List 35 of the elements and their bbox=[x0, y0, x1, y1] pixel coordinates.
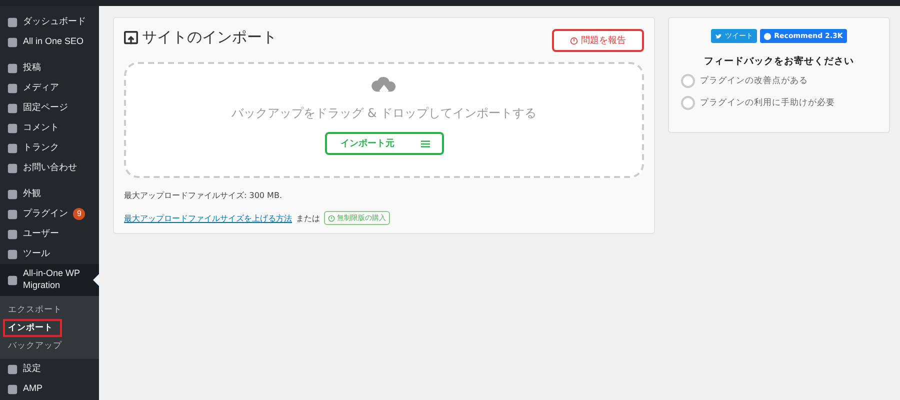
menu-item[interactable]: コメント bbox=[0, 118, 99, 138]
current-pointer-icon bbox=[93, 274, 99, 286]
max-size-text: 最大アップロードファイルサイズ: 300 MB. bbox=[124, 190, 283, 201]
menu-item[interactable]: 投稿 bbox=[0, 58, 99, 78]
info-icon bbox=[328, 214, 335, 222]
menu-item[interactable]: プラグイン 9 bbox=[0, 204, 99, 224]
menu-item[interactable]: トランク bbox=[0, 138, 99, 158]
option-label: プラグインの改善点がある bbox=[700, 75, 808, 87]
radio-button[interactable] bbox=[681, 96, 695, 110]
increase-size-link[interactable]: 最大アップロードファイルサイズを上げる方法 bbox=[124, 212, 292, 224]
submenu-item[interactable]: インポート bbox=[3, 319, 62, 337]
menu-item[interactable]: ユーザー bbox=[0, 224, 99, 244]
menu-item[interactable]: AMP bbox=[0, 379, 99, 399]
menu-item[interactable]: ツール bbox=[0, 244, 99, 264]
menu-item[interactable]: お問い合わせ bbox=[0, 158, 99, 178]
feedback-title: フィードバックをお寄せください bbox=[703, 55, 855, 68]
menu-item[interactable]: 固定ページ bbox=[0, 98, 99, 118]
drop-instructions: バックアップをドラッグ & ドロップしてインポートする bbox=[232, 105, 536, 122]
or-text: または bbox=[296, 212, 320, 224]
menu-item[interactable]: All in One SEO bbox=[0, 32, 99, 52]
import-icon bbox=[124, 30, 138, 44]
page-title: サイトのインポート bbox=[124, 28, 277, 47]
info-icon bbox=[570, 36, 578, 44]
menu-item[interactable]: メディア bbox=[0, 78, 99, 98]
update-count-badge: 9 bbox=[73, 208, 86, 220]
option-label: プラグインの利用に手助けが必要 bbox=[700, 97, 835, 109]
submenu-item[interactable]: エクスポート bbox=[3, 301, 64, 319]
submenu-item[interactable]: バックアップ bbox=[3, 337, 64, 355]
menu-item[interactable]: 外観 bbox=[0, 184, 99, 204]
menu-item[interactable]: All-in-One WP Migration bbox=[0, 264, 99, 296]
menu-item[interactable]: ダッシュボード bbox=[0, 12, 99, 32]
bird-icon bbox=[715, 32, 722, 40]
menu-item[interactable]: 設定 bbox=[0, 359, 99, 379]
radio-button[interactable] bbox=[681, 74, 695, 88]
report-issue-button[interactable]: 問題を報告 bbox=[552, 29, 644, 52]
